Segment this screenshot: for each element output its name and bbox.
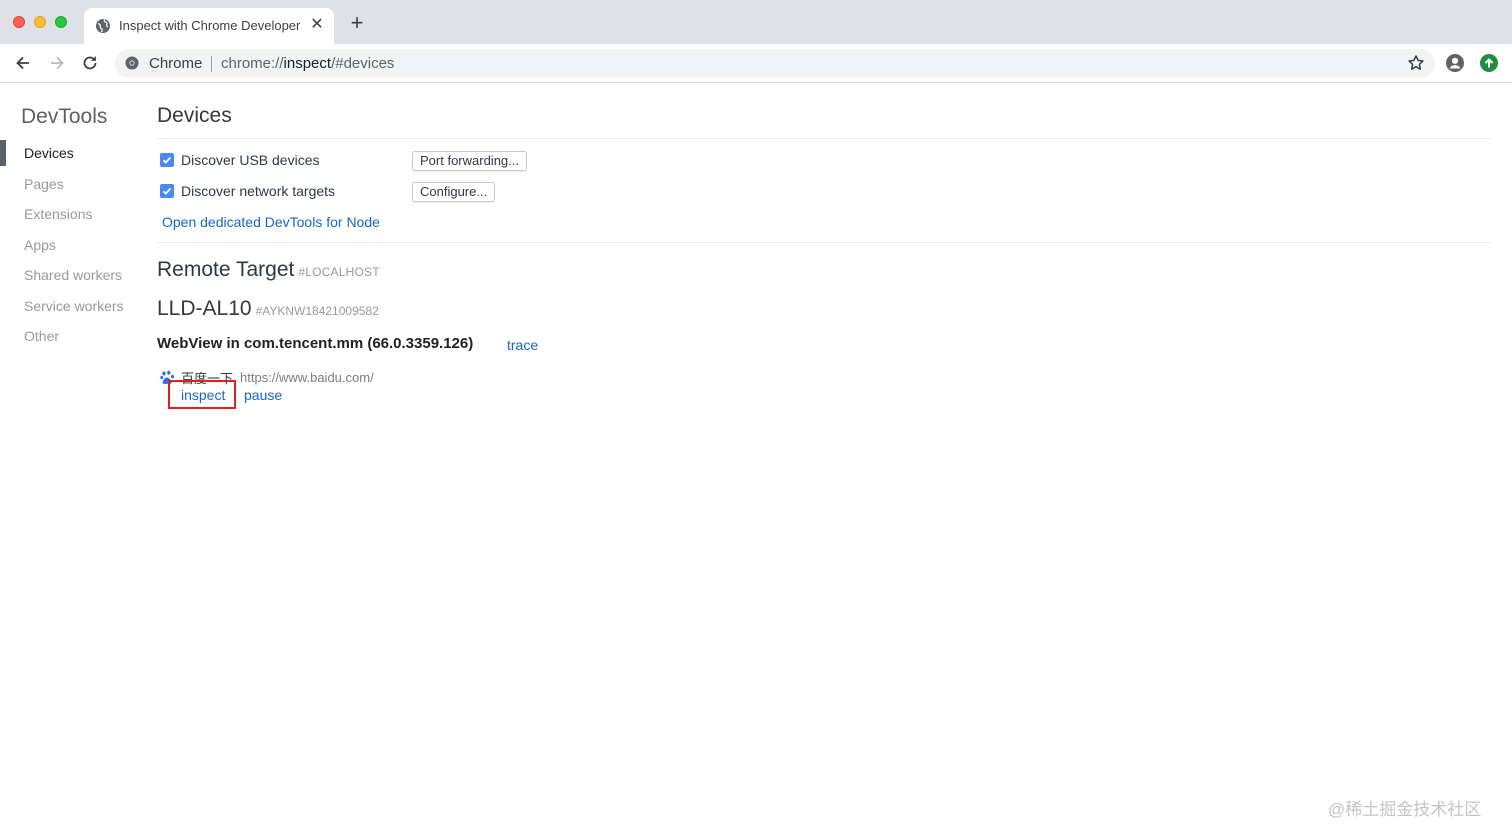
network-discovery-option: Discover network targets bbox=[160, 181, 335, 201]
url-text[interactable]: chrome://inspect/#devices bbox=[221, 55, 394, 72]
browser-toolbar: Chrome chrome://inspect/#devices bbox=[0, 44, 1512, 83]
device-name: LLD-AL10 bbox=[157, 297, 252, 320]
title-divider bbox=[157, 138, 1491, 139]
globe-icon bbox=[95, 18, 111, 34]
node-devtools-link[interactable]: Open dedicated DevTools for Node bbox=[162, 214, 380, 230]
back-arrow-icon[interactable] bbox=[13, 53, 33, 73]
site-name: Chrome bbox=[149, 55, 203, 72]
reload-icon[interactable] bbox=[80, 53, 100, 73]
sidebar-item-extensions[interactable]: Extensions bbox=[0, 199, 140, 230]
url-scheme: chrome:// bbox=[221, 55, 284, 72]
address-bar[interactable]: Chrome chrome://inspect/#devices bbox=[115, 49, 1435, 78]
usb-discovery-checkbox[interactable] bbox=[160, 153, 174, 167]
sidebar-item-devices[interactable]: Devices bbox=[0, 138, 140, 169]
usb-discovery-option: Discover USB devices bbox=[160, 150, 320, 170]
network-discovery-checkbox[interactable] bbox=[160, 184, 174, 198]
device-serial: #AYKNW18421009582 bbox=[255, 304, 379, 318]
new-tab-button[interactable]: + bbox=[346, 12, 368, 35]
tab-title: Inspect with Chrome Developer Tools bbox=[119, 18, 303, 33]
forward-arrow-icon[interactable] bbox=[47, 53, 67, 73]
remote-target-subtitle: #LOCALHOST bbox=[298, 265, 380, 279]
page-title: Devices bbox=[157, 104, 232, 127]
pause-link[interactable]: pause bbox=[244, 387, 282, 403]
browser-name: WebView in com.tencent.mm (66.0.3359.126… bbox=[157, 335, 474, 352]
omnibox-separator bbox=[211, 56, 212, 72]
port-forwarding-button[interactable]: Port forwarding... bbox=[412, 151, 527, 171]
sidebar-title: DevTools bbox=[21, 105, 108, 128]
network-discovery-label[interactable]: Discover network targets bbox=[181, 183, 335, 199]
remote-target-title: Remote Target bbox=[157, 258, 295, 281]
minimize-window-button[interactable] bbox=[34, 16, 46, 28]
remote-target-heading: Remote Target #LOCALHOST bbox=[157, 258, 380, 282]
sidebar-nav: Devices Pages Extensions Apps Shared wor… bbox=[0, 138, 140, 352]
chrome-logo-icon bbox=[125, 56, 139, 70]
close-window-button[interactable] bbox=[13, 16, 25, 28]
device-heading: LLD-AL10 #AYKNW18421009582 bbox=[157, 297, 379, 321]
section-divider bbox=[157, 242, 1491, 243]
url-host: inspect bbox=[283, 55, 332, 72]
update-available-icon[interactable] bbox=[1479, 53, 1499, 73]
bookmark-star-icon[interactable] bbox=[1407, 54, 1425, 72]
configure-button[interactable]: Configure... bbox=[412, 182, 496, 202]
sidebar-item-shared-workers[interactable]: Shared workers bbox=[0, 260, 140, 291]
sidebar-item-service-workers[interactable]: Service workers bbox=[0, 291, 140, 322]
close-tab-icon[interactable]: ✕ bbox=[308, 16, 326, 34]
sidebar-item-apps[interactable]: Apps bbox=[0, 230, 140, 261]
target-url: https://www.baidu.com/ bbox=[240, 369, 374, 385]
sidebar-item-other[interactable]: Other bbox=[0, 321, 140, 352]
usb-discovery-label[interactable]: Discover USB devices bbox=[181, 152, 320, 168]
url-path: /#devices bbox=[331, 55, 395, 72]
profile-avatar-icon[interactable] bbox=[1445, 53, 1465, 73]
inspect-highlight-annotation bbox=[168, 380, 236, 409]
active-tab[interactable]: Inspect with Chrome Developer Tools ✕ bbox=[84, 8, 334, 44]
tab-strip: Inspect with Chrome Developer Tools ✕ + bbox=[0, 0, 1512, 44]
watermark: @稀土掘金技术社区 bbox=[1328, 800, 1482, 819]
trace-link[interactable]: trace bbox=[507, 337, 538, 353]
maximize-window-button[interactable] bbox=[55, 16, 67, 28]
sidebar-item-pages[interactable]: Pages bbox=[0, 169, 140, 200]
